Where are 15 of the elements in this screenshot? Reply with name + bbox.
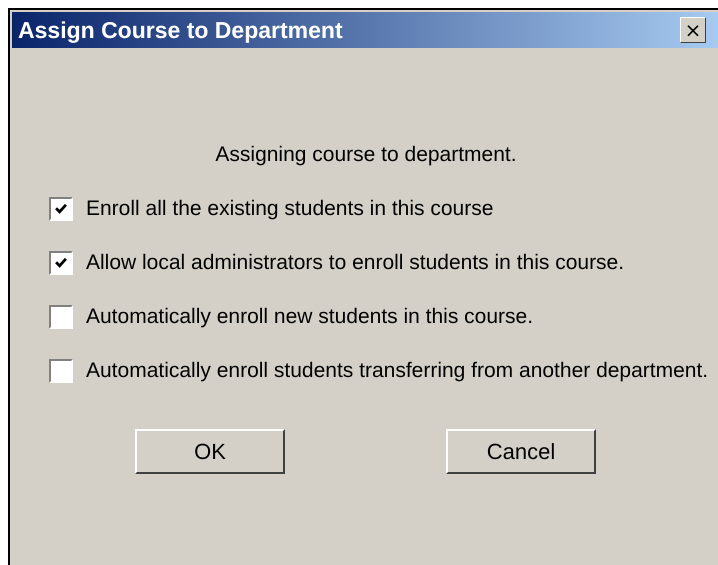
checkbox[interactable] xyxy=(49,359,73,383)
ok-button[interactable]: OK xyxy=(135,429,285,474)
close-button[interactable]: × xyxy=(680,17,706,43)
window-title: Assign Course to Department xyxy=(18,16,343,44)
option-label[interactable]: Automatically enroll new students in this course. xyxy=(86,305,534,329)
cancel-button[interactable]: Cancel xyxy=(446,429,596,474)
checkbox[interactable] xyxy=(49,197,73,221)
option-label[interactable]: Automatically enroll students transferring from another department. xyxy=(86,359,708,383)
check-icon xyxy=(54,202,68,216)
checkbox[interactable] xyxy=(49,251,73,275)
option-label[interactable]: Enroll all the existing students in this course xyxy=(86,197,494,221)
option-label[interactable]: Allow local administrators to enroll students in this course. xyxy=(86,251,624,275)
message-text: Assigning course to department. xyxy=(214,143,518,167)
check-icon xyxy=(54,256,68,270)
checkbox[interactable] xyxy=(49,305,73,329)
